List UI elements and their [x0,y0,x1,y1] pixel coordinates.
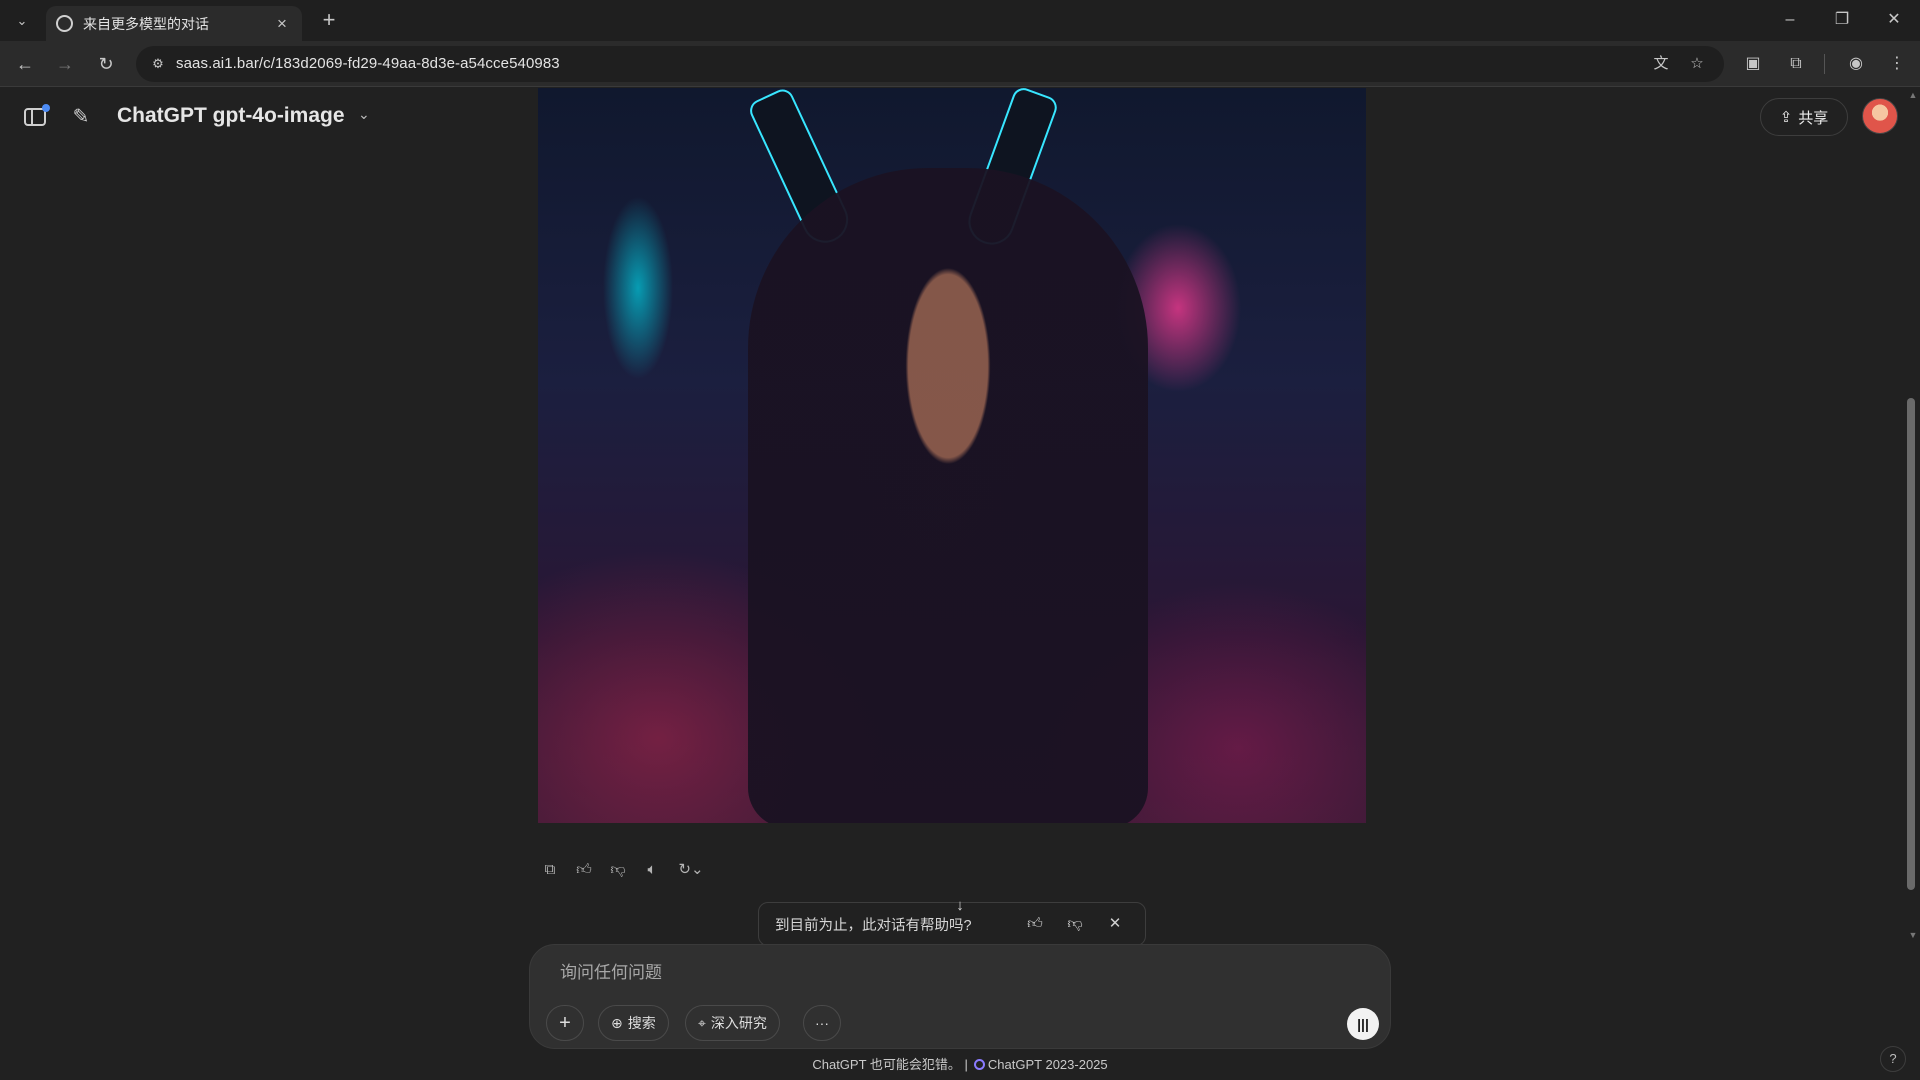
chatgpt-logo-icon [973,1059,985,1070]
site-info-icon[interactable]: ⚙ [148,54,168,74]
generated-image[interactable] [538,88,1366,823]
model-selector-title[interactable]: ChatGPT gpt-4o-image [117,104,345,128]
message-actions: ⧉ 👍︎ 👎︎ 🔈︎ ↻⌄ [538,858,708,882]
app-header: ✎ ChatGPT gpt-4o-image ⌄ ⇪ 共享 [0,88,1920,146]
window-close-icon[interactable]: ✕ [1874,8,1914,32]
footer: ChatGPT 也可能会犯错。 | ChatGPT 2023-2025 [0,1054,1920,1073]
speaker-icon[interactable]: 🔈︎ [640,858,664,882]
sidebar-toggle-icon[interactable] [22,104,50,130]
feedback-close-icon[interactable]: ✕ [1101,910,1129,938]
telescope-icon: ⌖ [698,1014,706,1031]
feedback-question: 到目前为止，此对话有帮助吗? [775,917,972,934]
forward-arrow-icon[interactable]: → [51,51,79,77]
thumbs-down-icon[interactable]: 👎︎ [606,858,630,882]
voice-mode-icon[interactable]: ||| [1347,1008,1379,1040]
scroll-down-arrow-icon[interactable]: ↓ [950,896,970,916]
feedback-thumbs-down-icon[interactable]: 👎︎ [1061,910,1089,938]
deep-research-button[interactable]: ⌖ 深入研究 [685,1005,780,1041]
scroll-up-arrow-icon[interactable]: ▲ [1906,90,1920,104]
browser-tab[interactable]: 来自更多模型的对话 × [46,6,302,41]
scrollbar-thumb[interactable] [1907,398,1915,890]
chevron-down-icon[interactable]: ⌄ [358,106,370,123]
more-dots-icon: ··· [815,1015,829,1031]
footer-copyright: ChatGPT 2023-2025 [987,1057,1108,1072]
refresh-icon[interactable]: ↻⌄ [674,858,708,882]
browser-toolbar: ← → ↻ ⚙ saas.ai1.bar/c/183d2069-fd29-49a… [0,41,1920,87]
composer: + ⊕ 搜索 ⌖ 深入研究 ··· ||| [529,944,1391,1049]
add-attachment-button[interactable]: + [546,1005,584,1041]
new-tab-plus-icon[interactable]: + [316,8,342,34]
avatar[interactable] [1862,98,1898,134]
chatgpt-favicon-icon [56,15,73,32]
restore-icon[interactable]: ❐ [1822,8,1862,32]
globe-icon: ⊕ [611,1014,623,1031]
prompt-input[interactable] [560,963,1320,983]
minimize-icon[interactable]: – [1770,8,1810,32]
tab-title: 来自更多模型的对话 [83,15,209,32]
help-question-icon[interactable]: ? [1880,1046,1906,1072]
deep-research-label: 深入研究 [710,1015,767,1031]
new-chat-edit-icon[interactable]: ✎ [68,104,94,130]
toolbar-separator [1824,54,1825,74]
share-button[interactable]: ⇪ 共享 [1760,98,1848,136]
tab-search-chevron-icon[interactable]: ⌄ [10,9,34,33]
menu-dots-icon[interactable]: ⋮ [1884,51,1910,77]
more-tools-button[interactable]: ··· [803,1005,841,1041]
feedback-thumbs-up-icon[interactable]: 👍︎ [1021,910,1049,938]
upload-icon: ⇪ [1779,109,1793,126]
translate-icon[interactable]: 文 [1650,53,1672,75]
bookmark-star-icon[interactable]: ☆ [1686,53,1708,75]
search-label: 搜索 [627,1015,656,1031]
scroll-down-small-arrow-icon[interactable]: ▼ [1906,930,1920,944]
image-figure [748,168,1148,823]
footer-disclaimer: ChatGPT 也可能会犯错。 | [812,1057,968,1072]
search-button[interactable]: ⊕ 搜索 [598,1005,669,1041]
url-text[interactable]: saas.ai1.bar/c/183d2069-fd29-49aa-8d3e-a… [176,55,560,72]
address-bar[interactable]: ⚙ saas.ai1.bar/c/183d2069-fd29-49aa-8d3e… [136,46,1724,82]
profile-icon[interactable]: ◉ [1843,51,1869,77]
share-label: 共享 [1798,109,1829,127]
extension-image-icon[interactable]: ▣ [1740,51,1766,77]
extensions-puzzle-icon[interactable]: ⧉ [1783,51,1809,77]
thumbs-up-icon[interactable]: 👍︎ [572,858,596,882]
tab-close-icon[interactable]: × [272,14,292,34]
copy-icon[interactable]: ⧉ [538,858,562,882]
browser-tab-bar: ⌄ 来自更多模型的对话 × + – ❐ ✕ [0,0,1920,41]
reload-icon[interactable]: ↻ [92,51,120,77]
plus-icon: + [559,1011,571,1034]
back-arrow-icon[interactable]: ← [11,51,39,77]
